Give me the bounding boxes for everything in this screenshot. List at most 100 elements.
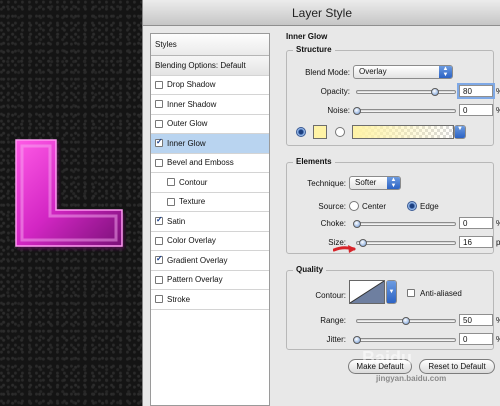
gradient-overlay-checkbox[interactable] [155, 254, 163, 265]
style-item-label: Inner Shadow [167, 99, 217, 109]
style-item-label: Pattern Overlay [167, 275, 223, 284]
glow-gradient-swatch[interactable] [352, 125, 454, 139]
bevel-emboss-checkbox[interactable] [155, 158, 163, 167]
choke-slider-knob[interactable] [353, 220, 361, 228]
reset-to-default-button[interactable]: Reset to Default [419, 359, 495, 374]
solid-color-radio[interactable] [296, 127, 306, 137]
source-edge-label[interactable]: Edge [420, 202, 439, 211]
outer-glow-checkbox[interactable] [155, 119, 163, 128]
opacity-input[interactable]: 80 [459, 85, 493, 97]
range-input[interactable]: 50 [459, 314, 493, 326]
contour-label: Contour: [315, 291, 346, 300]
range-slider-knob[interactable] [402, 317, 410, 325]
size-unit: px [496, 238, 500, 247]
glow-color-swatch[interactable] [313, 125, 327, 139]
style-item-bevel-emboss[interactable]: Bevel and Emboss [151, 154, 269, 173]
style-item-gradient-overlay[interactable]: Gradient Overlay [151, 251, 269, 271]
source-center-label[interactable]: Center [362, 202, 386, 211]
jitter-unit: % [496, 335, 500, 344]
red-arrow-icon [333, 245, 356, 253]
style-item-pattern-overlay[interactable]: Pattern Overlay [151, 271, 269, 290]
noise-input[interactable]: 0 [459, 104, 493, 116]
contour-dropdown[interactable]: ▼ [386, 280, 397, 304]
style-item-stroke[interactable]: Stroke [151, 290, 269, 310]
pattern-overlay-checkbox[interactable] [155, 275, 163, 284]
gradient-radio[interactable] [335, 127, 345, 137]
size-slider[interactable] [356, 239, 456, 247]
opacity-unit: % [496, 87, 500, 96]
styles-header[interactable]: Styles [151, 34, 269, 56]
style-item-contour[interactable]: Contour [151, 173, 269, 193]
dropdown-arrow-icon: ▼ [387, 281, 396, 303]
range-slider[interactable] [356, 317, 456, 325]
noise-label: Noise: [327, 106, 350, 115]
style-item-inner-glow[interactable]: Inner Glow [151, 134, 269, 154]
contour-curve-icon [349, 280, 385, 304]
jitter-slider-knob[interactable] [353, 336, 361, 344]
anti-aliased-checkbox[interactable] [407, 289, 415, 297]
style-item-label: Texture [179, 197, 206, 206]
drop-shadow-checkbox[interactable] [155, 80, 163, 89]
jitter-input[interactable]: 0 [459, 333, 493, 345]
dialog-title: Layer Style [143, 0, 500, 26]
choke-input[interactable]: 0 [459, 217, 493, 229]
inner-glow-checkbox[interactable] [155, 137, 163, 148]
inner-glow-title: Inner Glow [286, 32, 328, 41]
range-unit: % [496, 316, 500, 325]
document-canvas [0, 0, 142, 406]
size-input[interactable]: 16 [459, 236, 493, 248]
style-item-inner-shadow[interactable]: Inner Shadow [151, 95, 269, 115]
make-default-button[interactable]: Make Default [348, 359, 412, 374]
contour-checkbox[interactable] [167, 178, 175, 187]
watermark-site: jingyan.baidu.com [376, 374, 447, 383]
technique-label: Technique: [307, 179, 346, 188]
style-item-color-overlay[interactable]: Color Overlay [151, 232, 269, 251]
style-item-label: Stroke [167, 294, 191, 304]
technique-value: Softer [355, 178, 377, 187]
anti-aliased-label[interactable]: Anti-aliased [420, 289, 462, 298]
select-arrows-icon: ▲ ▼ [387, 177, 400, 189]
opacity-label: Opacity: [320, 87, 350, 96]
opacity-slider[interactable] [356, 88, 456, 96]
jitter-slider[interactable] [353, 336, 456, 344]
inner-shadow-checkbox[interactable] [155, 100, 163, 109]
style-item-label: Color Overlay [167, 236, 216, 245]
noise-slider[interactable] [353, 107, 456, 115]
quality-title: Quality [293, 265, 327, 274]
blending-options-item[interactable]: Blending Options: Default [151, 56, 269, 76]
source-label: Source: [318, 202, 346, 211]
stroke-checkbox[interactable] [155, 295, 163, 304]
style-item-label: Inner Glow [167, 138, 206, 148]
structure-title: Structure [293, 45, 335, 54]
style-item-label: Gradient Overlay [167, 255, 228, 265]
blend-mode-select[interactable]: Overlay ▲ ▼ [353, 65, 453, 79]
choke-unit: % [496, 219, 500, 228]
range-label: Range: [320, 316, 346, 325]
contour-picker[interactable] [349, 280, 385, 304]
gradient-picker-button[interactable]: ▼ [454, 125, 466, 139]
noise-unit: % [496, 106, 500, 115]
style-item-drop-shadow[interactable]: Drop Shadow [151, 76, 269, 95]
style-item-label: Outer Glow [167, 119, 208, 128]
style-item-texture[interactable]: Texture [151, 193, 269, 212]
blend-mode-value: Overlay [359, 67, 387, 76]
source-edge-radio[interactable] [407, 201, 417, 211]
style-item-label: Drop Shadow [167, 80, 216, 89]
select-arrows-icon: ▲ ▼ [439, 66, 452, 78]
styles-list: Styles Blending Options: Default Drop Sh… [150, 33, 270, 406]
noise-slider-knob[interactable] [353, 107, 361, 115]
technique-select[interactable]: Softer ▲ ▼ [349, 176, 401, 190]
style-item-label: Satin [167, 216, 186, 226]
blend-mode-label: Blend Mode: [305, 68, 350, 77]
dropdown-arrow-icon: ▼ [455, 126, 465, 138]
texture-checkbox[interactable] [167, 197, 175, 206]
layer-style-dialog: Layer Style Styles Blending Options: Def… [142, 0, 500, 406]
choke-slider[interactable] [353, 220, 456, 228]
source-center-radio[interactable] [349, 201, 359, 211]
style-item-outer-glow[interactable]: Outer Glow [151, 115, 269, 134]
choke-label: Choke: [320, 219, 346, 228]
style-item-satin[interactable]: Satin [151, 212, 269, 232]
satin-checkbox[interactable] [155, 215, 163, 226]
color-overlay-checkbox[interactable] [155, 236, 163, 245]
jitter-label: Jitter: [326, 335, 346, 344]
